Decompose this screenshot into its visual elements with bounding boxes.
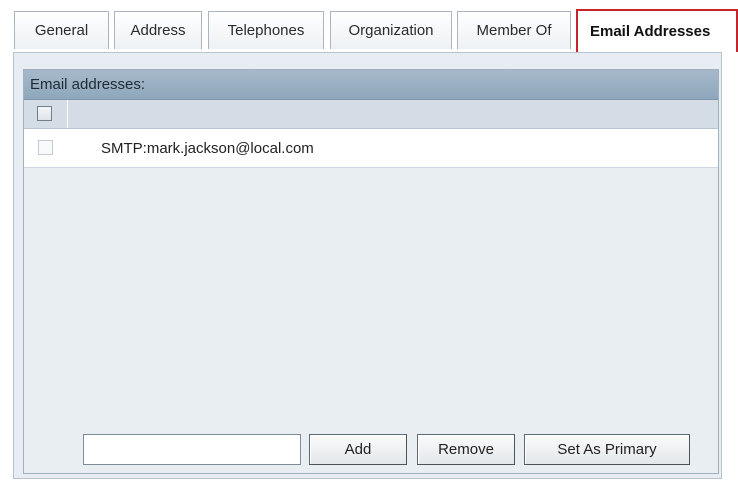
tab-email-addresses[interactable]: Email Addresses bbox=[576, 9, 738, 52]
email-addresses-panel: Email addresses: SMTP:mark.jackson@local… bbox=[13, 52, 722, 479]
email-address-cell: SMTP:mark.jackson@local.com bbox=[101, 139, 314, 157]
set-as-primary-button[interactable]: Set As Primary bbox=[524, 434, 690, 465]
tab-member-of[interactable]: Member Of bbox=[457, 11, 571, 49]
email-addresses-grid: Email addresses: SMTP:mark.jackson@local… bbox=[23, 69, 719, 474]
add-button[interactable]: Add bbox=[309, 434, 407, 465]
select-all-checkbox[interactable] bbox=[37, 106, 52, 121]
grid-column-header bbox=[24, 100, 718, 129]
row-checkbox[interactable] bbox=[38, 140, 53, 155]
table-row[interactable]: SMTP:mark.jackson@local.com bbox=[24, 129, 718, 168]
tab-bar: General Address Telephones Organization … bbox=[0, 0, 738, 52]
tab-address[interactable]: Address bbox=[114, 11, 202, 49]
remove-button[interactable]: Remove bbox=[417, 434, 515, 465]
tab-organization[interactable]: Organization bbox=[330, 11, 452, 49]
tab-telephones[interactable]: Telephones bbox=[208, 11, 324, 49]
select-column-header bbox=[24, 100, 68, 128]
tab-general[interactable]: General bbox=[14, 11, 109, 49]
grid-title: Email addresses: bbox=[24, 70, 718, 100]
new-email-input[interactable] bbox=[83, 434, 301, 465]
